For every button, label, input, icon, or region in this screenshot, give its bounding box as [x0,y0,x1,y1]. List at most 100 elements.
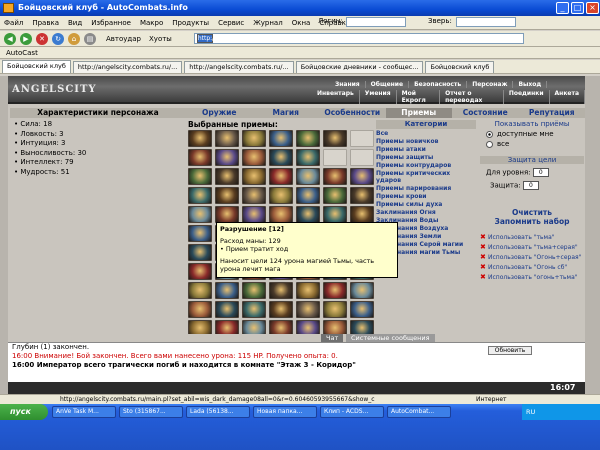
radio-available[interactable]: доступные мне [486,130,584,138]
menu-item[interactable]: Вид [68,19,82,27]
taskbar-item[interactable]: Новая папка... [253,406,317,418]
game-nav-link[interactable]: Безопасность [409,81,468,88]
ability-icon[interactable] [323,187,347,204]
ability-icon[interactable] [296,282,320,299]
menu-item[interactable]: Окна [292,19,311,27]
ability-icon[interactable] [323,168,347,185]
ability-icon[interactable] [242,130,266,147]
game-nav-link[interactable]: Поединки [504,90,550,104]
taskbar-item[interactable]: Клип - ACDS... [320,406,384,418]
menu-item[interactable]: Журнал [253,19,282,27]
game-nav-link[interactable]: Мой Екрогл [397,90,441,104]
ability-icon[interactable] [242,206,266,223]
category-tab[interactable]: Особенности [319,108,386,118]
ability-icon[interactable] [269,149,293,166]
ability-icon[interactable] [296,206,320,223]
maximize-button[interactable]: □ [571,2,584,14]
category-link[interactable]: Приемы контрударов [376,162,476,170]
category-tab[interactable]: Приемы [385,108,452,118]
refresh-icon[interactable]: ↻ [52,32,64,45]
ability-icon[interactable] [350,187,374,204]
ability-icon[interactable] [269,187,293,204]
game-nav-link[interactable]: Отчет о переводах [440,90,504,104]
game-nav-link[interactable]: Персонаж [467,81,514,88]
ability-icon[interactable] [269,301,293,318]
ability-icon[interactable] [242,282,266,299]
ability-icon[interactable] [350,301,374,318]
stop-icon[interactable]: ✕ [36,32,48,45]
category-link[interactable]: Заклинания Огня [376,209,476,217]
radio-all[interactable]: все [486,140,584,148]
ability-icon[interactable] [215,282,239,299]
ability-icon[interactable] [323,206,347,223]
autoblow-button[interactable]: Автоудар [106,35,141,43]
back-icon[interactable]: ◀ [4,32,16,45]
protect-select[interactable]: 0 [522,181,539,190]
kicks-button[interactable]: Хуоты [149,35,172,43]
ability-icon[interactable] [215,206,239,223]
ability-icon[interactable] [188,225,212,242]
ability-icon[interactable] [323,130,347,147]
browser-tab[interactable]: Бойцовский клуб [2,60,71,73]
category-tab[interactable]: Репутация [519,108,586,118]
menu-item[interactable]: Файл [4,19,23,27]
taskbar-item[interactable]: AutoCombat... [387,406,451,418]
game-nav-link[interactable]: Умения [360,90,397,104]
print-icon[interactable]: ▤ [84,32,96,45]
game-nav-link[interactable]: Выход [513,81,548,88]
ability-icon[interactable] [188,168,212,185]
category-link[interactable]: Приемы крови [376,193,476,201]
address-field[interactable]: http://192.168.0.18/ [193,33,524,44]
game-nav-link[interactable]: Анкета [550,90,585,104]
ability-icon[interactable] [242,168,266,185]
ability-icon[interactable] [296,301,320,318]
browser-tab[interactable]: Бойцовский клуб [425,61,495,73]
category-tab[interactable]: Оружие [186,108,253,118]
login-field[interactable] [346,17,406,27]
use-set-link[interactable]: Использовать "тьма+серая" [480,244,584,251]
minimize-button[interactable]: _ [556,2,569,14]
ability-icon[interactable] [188,206,212,223]
ability-icon[interactable] [323,301,347,318]
category-link[interactable]: Приемы силы духа [376,201,476,209]
category-tab[interactable]: Состояние [452,108,519,118]
ability-icon[interactable] [188,282,212,299]
ability-icon[interactable] [215,187,239,204]
ability-icon[interactable] [350,149,374,166]
menu-item[interactable]: Правка [32,19,59,27]
start-button[interactable]: пуск [0,404,48,420]
taskbar-item[interactable]: Sto (315867... [119,406,183,418]
browser-tab[interactable]: http://angelscity.combats.ru/... [72,61,183,73]
use-set-link[interactable]: Использовать "огонь+тьма" [480,274,584,281]
game-nav-link[interactable]: Общение [366,81,410,88]
renew-button[interactable]: Обновить [488,346,532,355]
browser-tab[interactable]: Бойцовские дневники - сообщес... [295,61,424,73]
ability-icon[interactable] [188,130,212,147]
category-link[interactable]: Приемы защиты [376,154,476,162]
ability-icon[interactable] [296,168,320,185]
game-nav-link[interactable]: Инвентарь [312,90,360,104]
ability-icon[interactable] [215,301,239,318]
category-tab[interactable]: Магия [253,108,320,118]
ability-icon[interactable] [215,130,239,147]
ability-icon[interactable] [215,149,239,166]
ability-icon[interactable] [188,263,212,280]
ability-icon[interactable] [242,187,266,204]
ability-icon[interactable] [296,149,320,166]
right-scroll-edge[interactable] [585,76,600,394]
menu-item[interactable]: Макро [140,19,163,27]
ability-icon[interactable] [242,301,266,318]
forward-icon[interactable]: ▶ [20,32,32,45]
category-link[interactable]: Приемы новичков [376,138,476,146]
ability-icon[interactable] [350,168,374,185]
close-button[interactable]: × [586,2,599,14]
ability-icon[interactable] [296,187,320,204]
left-scroll-edge[interactable] [0,76,8,394]
ability-icon[interactable] [269,168,293,185]
use-set-link[interactable]: Использовать "тьма" [480,234,584,241]
remember-link[interactable]: Запомнить набор [480,217,584,226]
ability-icon[interactable] [188,244,212,261]
level-select[interactable]: 0 [532,168,549,177]
game-nav-link[interactable]: Знания [330,81,366,88]
ability-icon[interactable] [323,149,347,166]
